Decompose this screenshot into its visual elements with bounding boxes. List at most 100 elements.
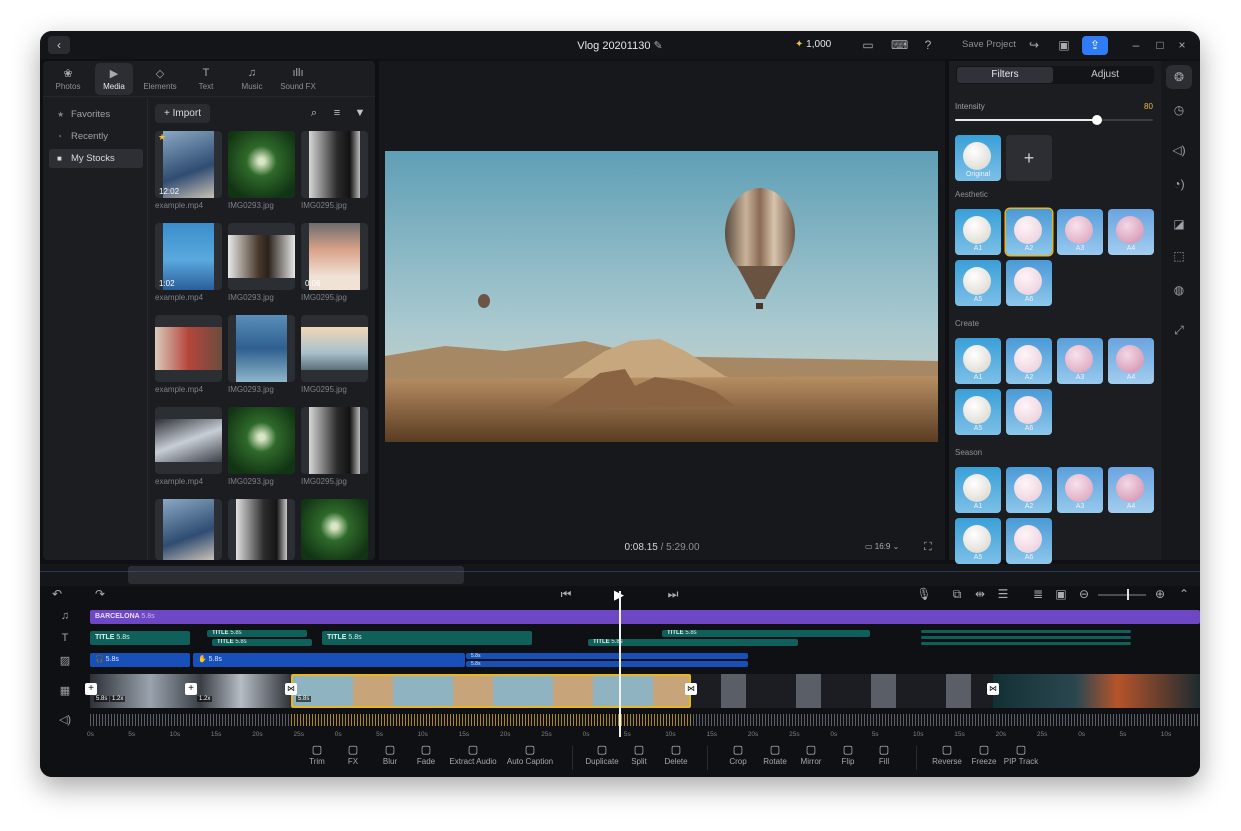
media-thumb[interactable] — [228, 223, 295, 290]
export-button[interactable]: ⇪ — [1082, 36, 1108, 55]
filter-preset[interactable]: A1 — [955, 209, 1001, 255]
undo-icon[interactable]: ↶ — [49, 587, 65, 601]
filter-preset[interactable]: A4 — [1108, 209, 1154, 255]
adjust-icon[interactable]: ◪ — [1171, 217, 1187, 231]
media-thumb[interactable] — [228, 315, 295, 382]
filters-icon[interactable]: ❂ — [1166, 65, 1192, 89]
title-clip[interactable] — [921, 642, 1131, 645]
sidebar-item-my-stocks[interactable]: ■ My Stocks — [49, 149, 143, 168]
sticker-clip[interactable]: ✋ 5.8s — [193, 653, 465, 667]
filter-preset[interactable]: A3 — [1057, 467, 1103, 513]
help-icon[interactable]: ? — [920, 38, 936, 52]
zoom-slider-handle[interactable] — [1127, 589, 1129, 600]
transform-icon[interactable]: ⬚ — [1171, 249, 1187, 263]
music-clip[interactable]: BARCELONA 5.8s — [90, 610, 1200, 624]
sidebar-item-recently[interactable]: ◔ Recently — [49, 127, 143, 146]
filter-preset[interactable]: A1 — [955, 338, 1001, 384]
timeline-settings-icon[interactable]: ≣ — [1030, 587, 1046, 601]
media-thumb[interactable] — [301, 131, 368, 198]
zoom-slider[interactable] — [1098, 594, 1146, 596]
extract-audio-button[interactable]: ▢ Extract Audio — [443, 743, 503, 766]
playhead[interactable] — [619, 591, 621, 737]
search-icon[interactable]: ⌕ — [307, 107, 321, 120]
filter-preset[interactable]: A3 — [1057, 338, 1103, 384]
tab-sound-fx[interactable]: ıllı Sound FX — [279, 63, 317, 95]
media-thumb[interactable] — [228, 499, 295, 560]
video-clip-selected[interactable] — [291, 674, 691, 708]
mask-icon[interactable]: ◍ — [1171, 283, 1187, 297]
title-clip[interactable]: TITLE 5.8s — [662, 630, 870, 637]
intensity-slider-handle[interactable] — [1092, 115, 1102, 125]
zoom-in-icon[interactable]: ⊕ — [1152, 587, 1168, 601]
zoom-out-icon[interactable]: ⊖ — [1076, 587, 1092, 601]
minimize-icon[interactable]: – — [1128, 38, 1144, 52]
auto-caption-button[interactable]: ▢ Auto Caption — [500, 743, 560, 766]
video-clip[interactable] — [691, 674, 993, 708]
tab-filters[interactable]: Filters — [957, 67, 1053, 83]
title-clip[interactable]: TITLE 5.8s — [322, 631, 532, 645]
filter-preset[interactable]: A4 — [1108, 467, 1154, 513]
add-filter-button[interactable]: + — [1006, 135, 1052, 181]
tab-media[interactable]: ▶ Media — [95, 63, 133, 95]
tab-elements[interactable]: ◇ Elements — [141, 63, 179, 95]
filter-preset[interactable]: A5 — [955, 260, 1001, 306]
transition-icon[interactable]: ⋈ — [685, 683, 697, 695]
save-icon[interactable]: ▣ — [1056, 38, 1072, 52]
collapse-icon[interactable]: ⌃ — [1176, 587, 1192, 601]
filter-preset[interactable]: A6 — [1006, 389, 1052, 435]
filter-preset[interactable]: A4 — [1108, 338, 1154, 384]
keyboard-icon[interactable]: ⌨ — [891, 38, 908, 52]
video-clip[interactable] — [993, 674, 1200, 708]
aspect-ratio-select[interactable]: ▭ 16:9 ⌄ — [865, 542, 899, 551]
media-thumb[interactable]: 1:02 — [155, 223, 222, 290]
title-clip[interactable] — [921, 636, 1131, 639]
tab-music[interactable]: ♫ Music — [233, 63, 271, 95]
add-transition-button[interactable]: + — [185, 683, 197, 695]
media-thumb[interactable] — [228, 131, 295, 198]
edit-name-icon[interactable]: ✎ — [654, 40, 663, 52]
tab-adjust[interactable]: Adjust — [1057, 67, 1153, 83]
media-thumb[interactable] — [301, 499, 368, 560]
media-thumb[interactable] — [155, 499, 222, 560]
filter-preset[interactable]: A5 — [955, 518, 1001, 564]
sticker-clip[interactable]: 5.8s — [466, 661, 748, 667]
snap-icon[interactable]: ⇹ — [972, 587, 988, 601]
video-preview[interactable] — [385, 151, 938, 442]
filter-preset[interactable]: A1 — [955, 467, 1001, 513]
filter-preset[interactable]: A5 — [955, 389, 1001, 435]
speed-icon[interactable]: ◷ — [1171, 103, 1187, 117]
filter-preset[interactable]: A2 — [1006, 209, 1052, 255]
close-icon[interactable]: × — [1174, 38, 1190, 52]
media-thumb[interactable]: 0:06 — [301, 223, 368, 290]
media-thumb[interactable] — [155, 315, 222, 382]
audio-waveform-selected[interactable] — [291, 714, 691, 726]
credits-badge[interactable]: ✦ 1,000 — [795, 39, 831, 50]
filter-preset[interactable]: A6 — [1006, 518, 1052, 564]
auto-fit-icon[interactable]: ▣ — [1053, 587, 1069, 601]
maximize-icon[interactable]: □ — [1152, 38, 1168, 52]
sticker-clip[interactable]: 🎧 5.8s — [90, 653, 190, 667]
sticker-clip[interactable]: 5.8s — [466, 653, 748, 659]
filter-original[interactable]: Original — [955, 135, 1001, 181]
fullscreen-icon[interactable]: ⛶ — [924, 541, 932, 554]
share-icon[interactable]: ↪ — [1026, 38, 1042, 52]
title-clip[interactable]: TITLE 5.8s — [90, 631, 190, 645]
tab-text[interactable]: T Text — [187, 63, 225, 95]
filter-preset[interactable]: A2 — [1006, 467, 1052, 513]
media-thumb[interactable] — [301, 407, 368, 474]
skip-back-icon[interactable]: ⏮ — [558, 587, 574, 602]
media-thumb[interactable]: ★ 12:02 — [155, 131, 222, 198]
link-icon[interactable]: ⧉ — [949, 587, 965, 602]
media-thumb[interactable] — [301, 315, 368, 382]
track-settings-icon[interactable]: ☰ — [995, 587, 1011, 601]
save-project-button[interactable]: Save Project — [962, 39, 1016, 50]
volume-icon[interactable]: ◁) — [1171, 143, 1187, 157]
media-thumb[interactable] — [228, 407, 295, 474]
overview-window[interactable] — [128, 566, 464, 584]
add-transition-button[interactable]: + — [85, 683, 97, 695]
filter-icon[interactable]: ▼ — [353, 107, 367, 119]
filter-preset[interactable]: A3 — [1057, 209, 1103, 255]
skip-forward-icon[interactable]: ⏭ — [665, 587, 681, 602]
sort-icon[interactable]: ≡ — [330, 107, 344, 119]
layout-icon[interactable]: ▭ — [860, 38, 876, 52]
